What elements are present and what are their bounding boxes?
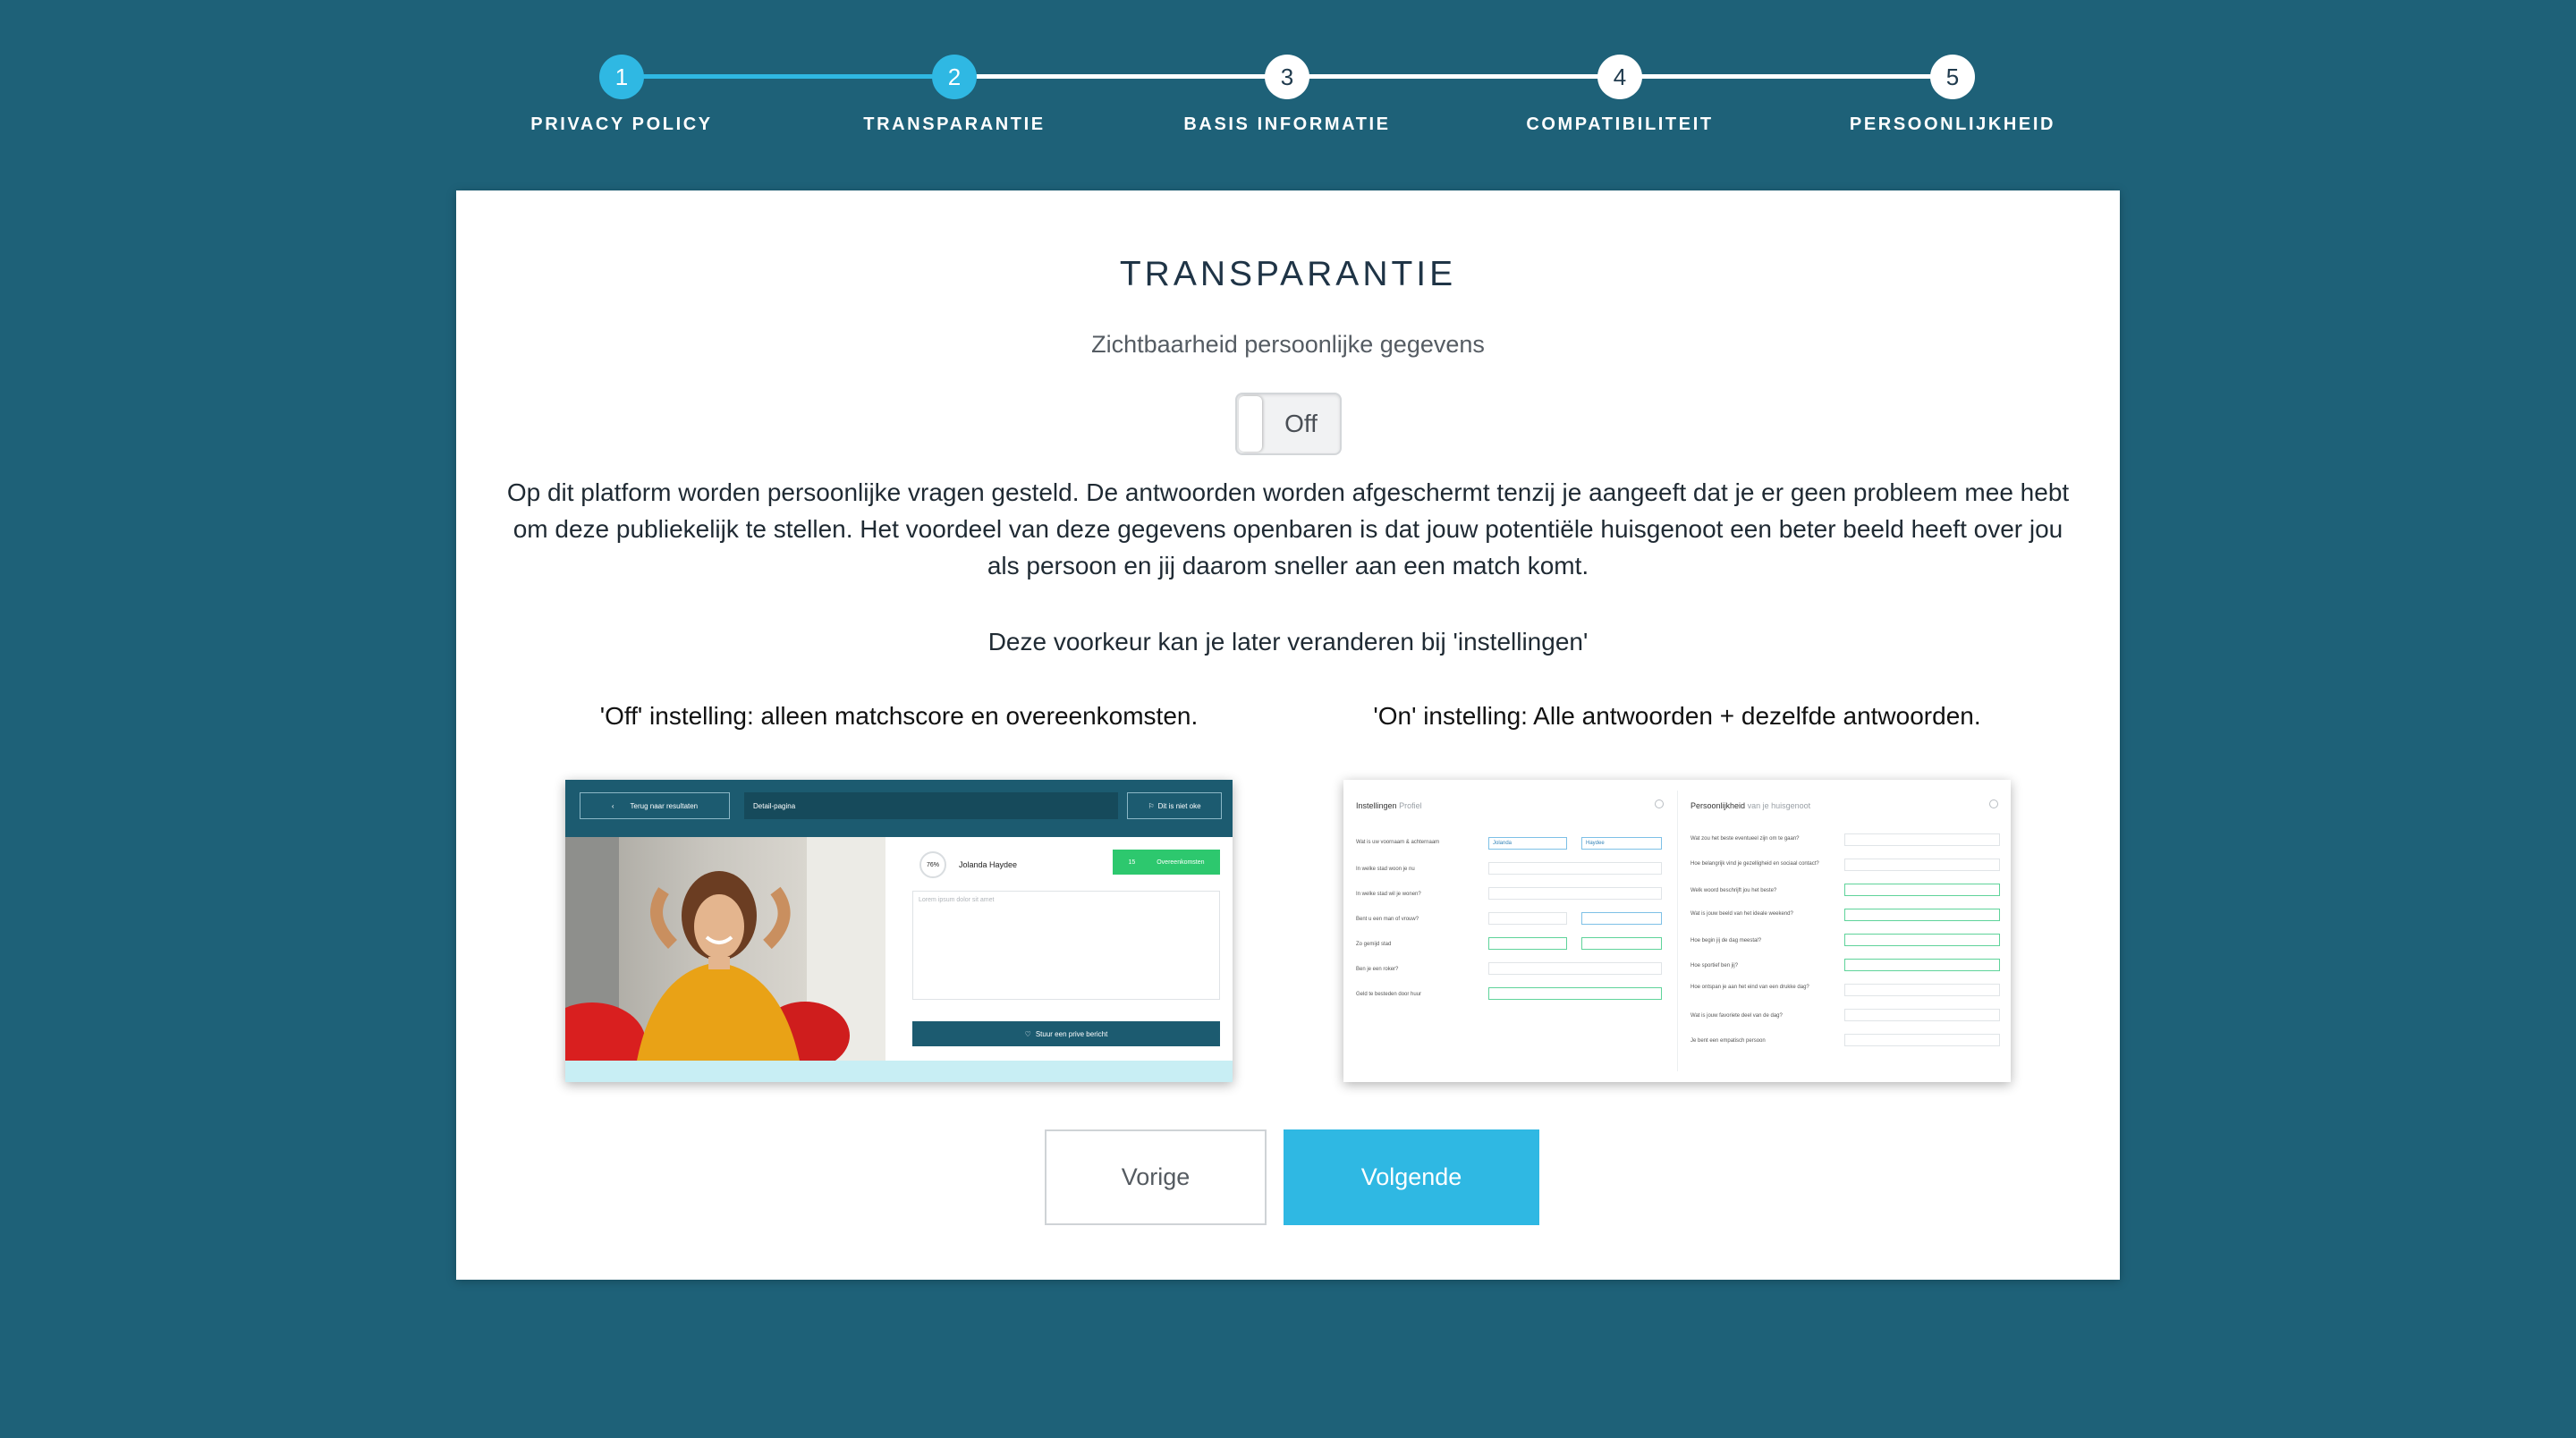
personality-row-field: [1844, 833, 2000, 846]
matches-label: Overeenkomsten: [1157, 859, 1205, 866]
step-4-circle[interactable]: 4: [1597, 55, 1642, 99]
step-2-circle[interactable]: 2: [932, 55, 977, 99]
personality-row-field: [1844, 859, 2000, 871]
preview-message-textarea: Lorem ipsum dolor sit amet: [912, 891, 1220, 1000]
transparency-description: Op dit platform worden persoonlijke vrag…: [506, 478, 2070, 579]
next-button[interactable]: Volgende: [1284, 1129, 1539, 1225]
flag-icon: ⚐: [1148, 801, 1155, 810]
preview-send-label: Stuur een prive bericht: [1035, 1029, 1108, 1038]
on-setting-preview: Instellingen Profiel Persoonlijkheid van…: [1343, 780, 2011, 1082]
personality-row-label: Hoe sportief ben jij?: [1690, 963, 1739, 969]
settings-row-label: Bent u een man of vrouw?: [1356, 917, 1419, 922]
settings-row-label: Zo gemijd stad: [1356, 942, 1392, 947]
personality-row-label: Hoe ontspan je aan het eind van een druk…: [1690, 985, 1809, 990]
settings-row-field: [1581, 912, 1662, 925]
step-line-done: [622, 74, 954, 79]
settings-row-field: [1488, 987, 1662, 1000]
preference-note: Deze voorkeur kan je later veranderen bi…: [987, 628, 1589, 656]
personality-row-field: [1844, 1034, 2000, 1046]
personality-row-label: Wat zou het beste eventueel zijn om te g…: [1690, 836, 1800, 842]
step-line-2: [1287, 74, 1620, 79]
step-line-1: [954, 74, 1287, 79]
settings-row-field: [1581, 937, 1662, 950]
step-1-circle[interactable]: 1: [599, 55, 644, 99]
help-icon: [1655, 799, 1664, 808]
profile-photo-illustration: [565, 837, 886, 1061]
previous-button[interactable]: Vorige: [1045, 1129, 1267, 1225]
step-line-3: [1620, 74, 1953, 79]
step-4-label: COMPATIBILITEIT: [1526, 114, 1714, 134]
step-2-label: TRANSPARANTIE: [863, 114, 1046, 134]
preview-send-button: ♡ Stuur een prive bericht: [912, 1021, 1220, 1046]
page-title: TRANSPARANTIE: [1119, 255, 1457, 293]
preview-right-label: Dit is niet oke: [1157, 801, 1201, 810]
preview-page-bar: Detail-pagina: [744, 792, 1118, 819]
chevron-left-icon: ‹: [611, 801, 614, 810]
settings-row-label: In welke stad wil je wonen?: [1356, 892, 1421, 897]
personality-row-field: [1844, 984, 2000, 996]
settings-column-title: Instellingen Profiel: [1356, 801, 1422, 810]
step-1-label: PRIVACY POLICY: [530, 114, 713, 134]
last-name-field: Haydee: [1581, 837, 1662, 850]
heart-icon: ♡: [1024, 1029, 1031, 1038]
settings-row-label: In welke stad woon je nu: [1356, 867, 1415, 872]
off-setting-caption: 'Off' instelling: alleen matchscore en o…: [599, 702, 1199, 730]
personality-row-field: [1844, 1009, 2000, 1021]
settings-row-label: Wat is uw voornaam & achternaam: [1356, 840, 1440, 845]
settings-row-field: [1488, 937, 1567, 950]
personality-row-label: Hoe begin jij de dag meestal?: [1690, 938, 1762, 943]
step-5-circle[interactable]: 5: [1930, 55, 1975, 99]
personality-row-field: [1844, 909, 2000, 921]
preview-back-button: ‹ Terug naar resultaten: [580, 792, 730, 819]
personality-row-field: [1844, 884, 2000, 896]
step-3-circle[interactable]: 3: [1265, 55, 1309, 99]
settings-title: Instellingen: [1356, 801, 1397, 810]
visibility-subtitle: Zichtbaarheid persoonlijke gegevens: [1091, 331, 1485, 358]
help-icon-2: [1989, 799, 1998, 808]
profile-photo: [565, 837, 886, 1061]
match-score-circle: 76%: [919, 851, 946, 878]
personality-row-field: [1844, 959, 2000, 971]
toggle-knob: [1239, 396, 1262, 452]
off-setting-preview: ‹ Terug naar resultaten Detail-pagina ⚐ …: [565, 780, 1233, 1082]
settings-row-field: [1488, 912, 1567, 925]
progress-stepper: 1 2 3 4 5 PRIVACY POLICY TRANSPARANTIE B…: [0, 0, 2576, 170]
settings-row-field: [1488, 862, 1662, 875]
preview-header: ‹ Terug naar resultaten Detail-pagina ⚐ …: [565, 780, 1233, 837]
settings-title-muted: Profiel: [1399, 801, 1422, 810]
personality-title-muted: van je huisgenoot: [1747, 801, 1811, 810]
step-5-label: PERSOONLIJKHEID: [1849, 114, 2056, 134]
toggle-state-label: Off: [1284, 410, 1318, 437]
settings-row-label: Ben je een roker?: [1356, 967, 1399, 972]
matches-count: 15: [1128, 859, 1136, 866]
settings-row-field: [1488, 887, 1662, 900]
personality-row-label: Wat is jouw beeld van het ideale weekend…: [1690, 911, 1793, 917]
step-3-label: BASIS INFORMATIE: [1183, 114, 1391, 134]
personality-row-field: [1844, 934, 2000, 946]
personality-row-label: Wat is jouw favoriete deel van de dag?: [1690, 1013, 1783, 1019]
on-setting-caption: 'On' instelling: Alle antwoorden + dezel…: [1373, 702, 1981, 730]
personality-row-label: Hoe belangrijk vind je gezelligheid en s…: [1690, 861, 1819, 867]
personality-row-label: Je bent een empatisch persoon: [1690, 1038, 1766, 1044]
preview-profile-name: Jolanda Haydee: [959, 860, 1018, 869]
visibility-toggle[interactable]: Off: [1235, 393, 1342, 455]
first-name-field: Jolanda: [1488, 837, 1567, 850]
column-divider: [1677, 791, 1678, 1071]
personality-title: Persoonlijkheid: [1690, 801, 1746, 810]
personality-column-title: Persoonlijkheid van je huisgenoot: [1690, 801, 1810, 810]
preview-footer-strip: [565, 1061, 1233, 1082]
settings-row-label: Geld te besteden door huur: [1356, 992, 1422, 997]
personality-row-label: Welk woord beschrijft jou het beste?: [1690, 888, 1777, 893]
matches-badge: 15 Overeenkomsten: [1113, 850, 1220, 875]
preview-back-label: Terug naar resultaten: [630, 801, 699, 810]
preview-right-button: ⚐ Dit is niet oke: [1127, 792, 1222, 819]
settings-row-field: [1488, 962, 1662, 975]
